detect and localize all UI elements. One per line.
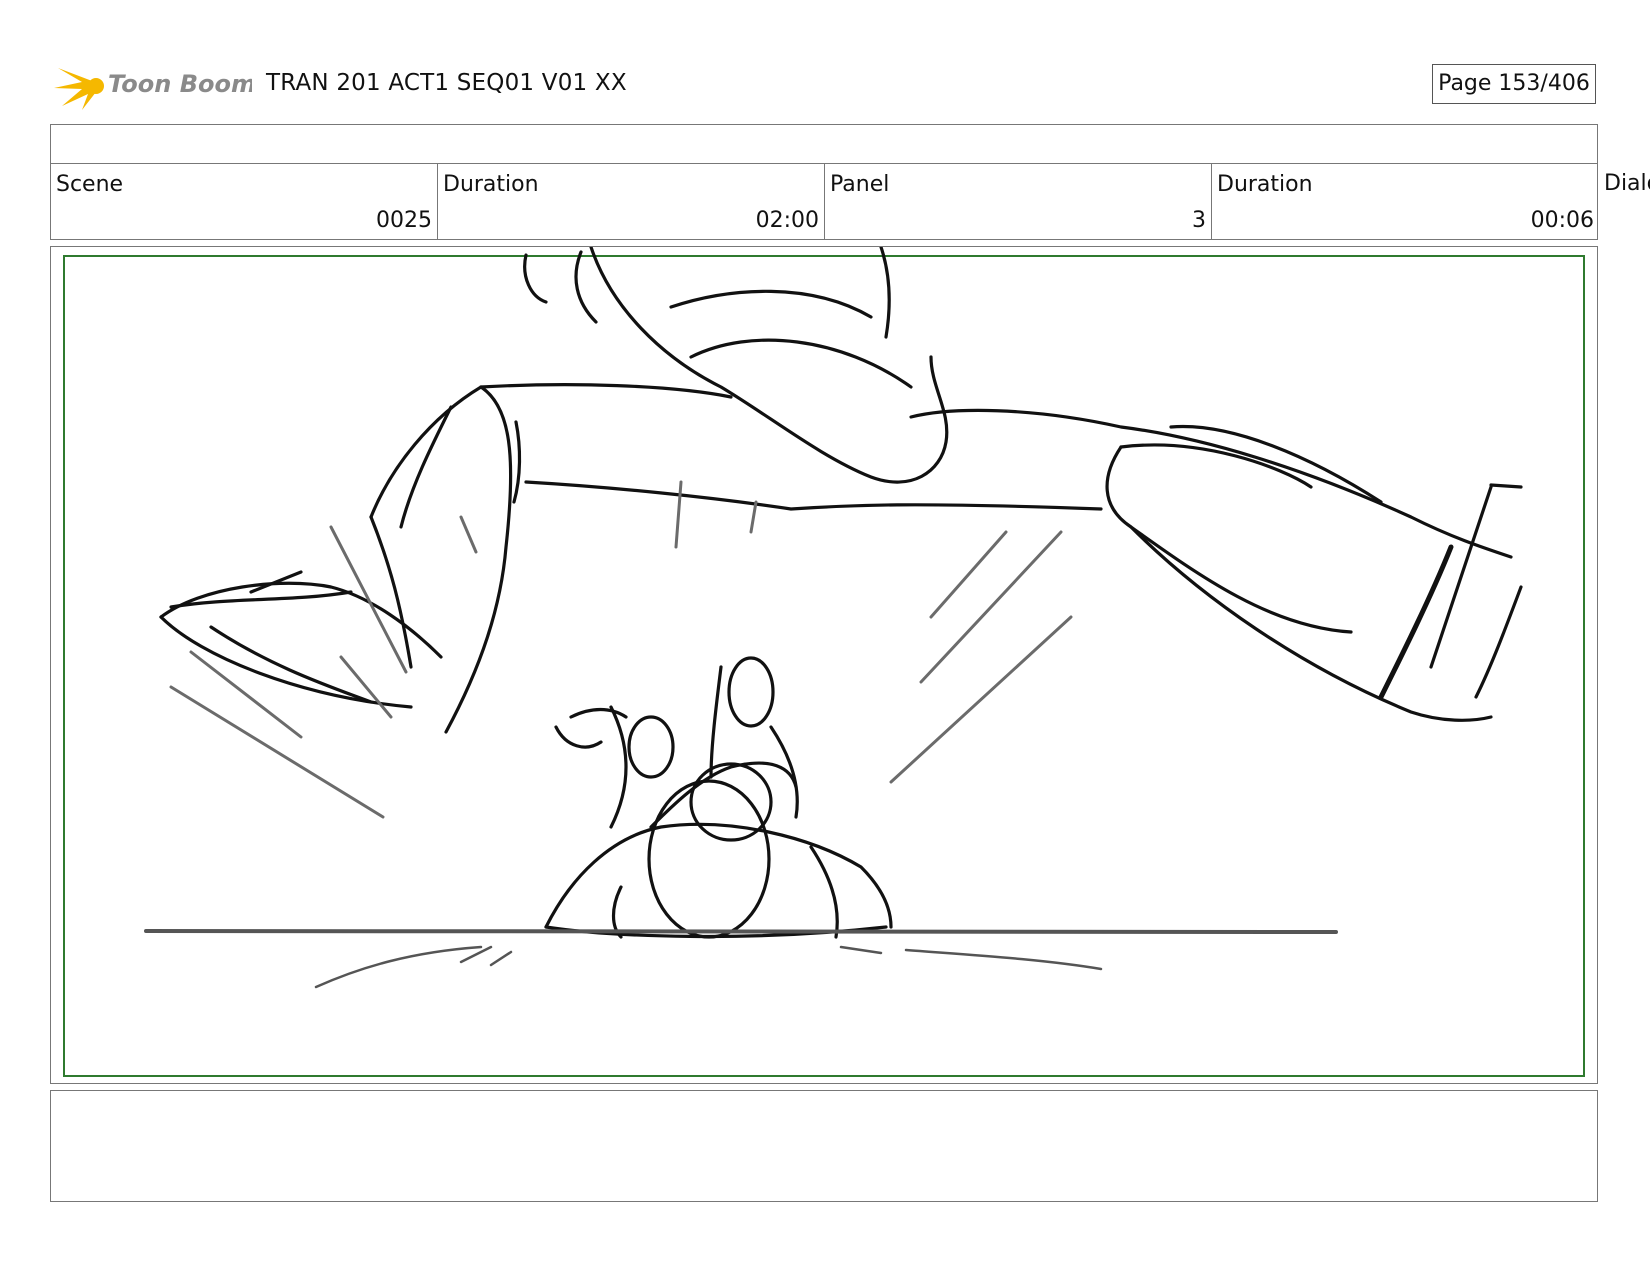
logo-text: Toon Boom	[108, 70, 252, 98]
panel-duration-cell: Duration 00:06	[1212, 164, 1599, 240]
panel-info-table: Scene 0025 Duration 02:00 Panel 3 Durati…	[50, 124, 1598, 240]
panel-sketch-image	[144, 247, 1523, 989]
document-title: TRAN 201 ACT1 SEQ01 V01 XX	[266, 70, 627, 96]
panel-value: 3	[1192, 208, 1206, 233]
panel-label: Panel	[830, 172, 890, 197]
scene-cell: Scene 0025	[51, 164, 438, 240]
top-strip	[51, 125, 1597, 164]
page-counter: Page 153/406	[1432, 64, 1596, 104]
panel-duration-label: Duration	[1217, 172, 1313, 197]
scene-value: 0025	[376, 208, 432, 233]
panel-notes-box	[50, 1090, 1598, 1202]
scene-duration-value: 02:00	[755, 208, 819, 233]
storyboard-panel	[50, 246, 1598, 1084]
scene-duration-label: Duration	[443, 172, 539, 197]
panel-cell: Panel 3	[825, 164, 1212, 240]
scene-label: Scene	[56, 172, 124, 197]
scene-duration-cell: Duration 02:00	[438, 164, 825, 240]
logo-burst-icon	[54, 68, 104, 110]
panel-duration-value: 00:06	[1530, 208, 1594, 233]
toon-boom-logo: Toon Boom	[52, 58, 252, 114]
dialogue-label-clipped: Dialo	[1604, 171, 1650, 196]
